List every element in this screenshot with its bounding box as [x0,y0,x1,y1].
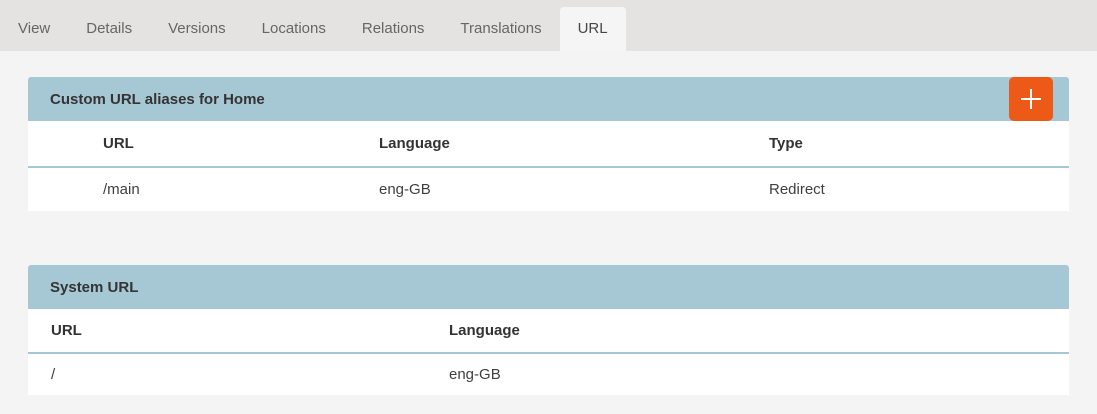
table-cell-url: / [51,353,449,395]
column-header-url: URL [51,309,449,353]
table-row: / eng-GB [28,353,1069,395]
table-cell-empty [28,167,103,211]
column-header-language: Language [449,309,1069,353]
table-row: /main eng-GB Redirect [28,167,1069,211]
custom-url-aliases-panel: Custom URL aliases for Home URL Language… [28,77,1069,211]
tab-relations[interactable]: Relations [344,7,443,51]
table-cell-url: /main [103,167,379,211]
table-cell-language: eng-GB [379,167,769,211]
system-url-panel: System URL URL Language / eng-GB [28,265,1069,395]
column-header-type: Type [769,121,1069,167]
table-header-row: URL Language [28,309,1069,353]
plus-icon [1018,86,1044,112]
checkbox-column-header [28,121,103,167]
tab-details[interactable]: Details [68,7,150,51]
table-header-row: URL Language Type [28,121,1069,167]
table-cell-empty [28,353,51,395]
column-header-language: Language [379,121,769,167]
column-header-url: URL [103,121,379,167]
tab-versions[interactable]: Versions [150,7,244,51]
tab-view[interactable]: View [0,7,68,51]
panel-title: Custom URL aliases for Home [50,91,265,108]
spacer-column-header [28,309,51,353]
custom-url-aliases-header: Custom URL aliases for Home [28,77,1069,121]
tab-locations[interactable]: Locations [244,7,344,51]
tab-translations[interactable]: Translations [442,7,559,51]
system-url-header: System URL [28,265,1069,309]
tab-bar: View Details Versions Locations Relation… [0,0,1097,51]
url-tab-content: Custom URL aliases for Home URL Language… [0,51,1097,395]
custom-url-aliases-table: URL Language Type /main eng-GB Redirect [28,121,1069,211]
add-url-alias-button[interactable] [1009,77,1053,121]
system-url-table: URL Language / eng-GB [28,309,1069,395]
panel-title: System URL [50,279,138,296]
table-cell-type: Redirect [769,167,1069,211]
table-cell-language: eng-GB [449,353,1069,395]
tab-url[interactable]: URL [560,7,626,51]
